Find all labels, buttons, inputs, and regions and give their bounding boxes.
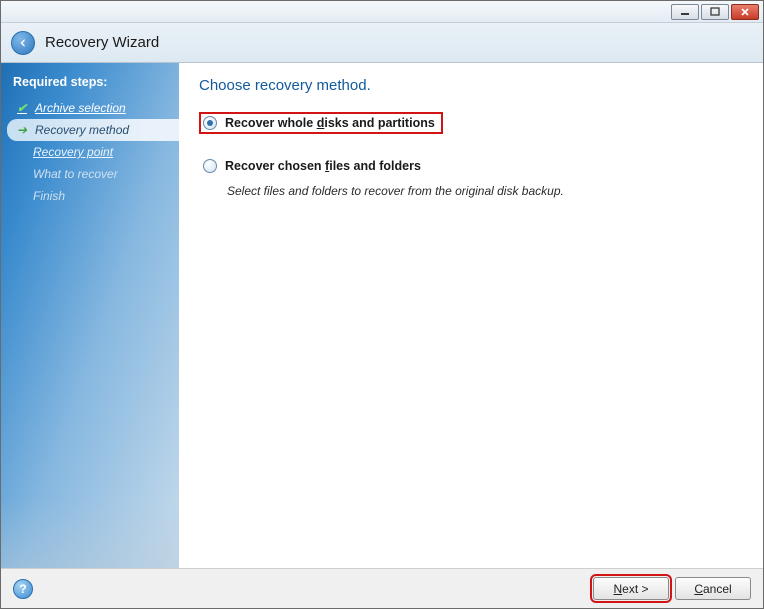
back-button[interactable] xyxy=(11,31,35,55)
close-button[interactable] xyxy=(731,4,759,20)
sidebar-item-label: Archive selection xyxy=(35,101,126,115)
titlebar xyxy=(1,1,763,23)
radio-label: Recover chosen files and folders xyxy=(225,159,421,173)
option-recover-files: Recover chosen files and folders Select … xyxy=(199,156,743,198)
sidebar-item-what-to-recover: What to recover xyxy=(1,163,179,185)
sidebar-heading: Required steps: xyxy=(1,71,179,97)
option-recover-disks: Recover whole disks and partitions xyxy=(199,112,743,142)
cancel-button[interactable]: Cancel xyxy=(675,577,751,600)
help-icon: ? xyxy=(19,582,26,596)
wizard-title: Recovery Wizard xyxy=(45,34,159,51)
radio-icon xyxy=(203,159,217,173)
radio-icon xyxy=(203,116,217,130)
sidebar-item-finish: Finish xyxy=(1,185,179,207)
radio-recover-files[interactable]: Recover chosen files and folders xyxy=(199,156,743,176)
check-icon: ✔ xyxy=(15,101,29,115)
minimize-button[interactable] xyxy=(671,4,699,20)
help-button[interactable]: ? xyxy=(13,579,33,599)
sidebar-item-label: Recovery method xyxy=(35,123,129,137)
sidebar-item-label: Finish xyxy=(33,189,65,203)
radio-description: Select files and folders to recover from… xyxy=(227,184,743,198)
radio-recover-disks[interactable]: Recover whole disks and partitions xyxy=(199,112,443,134)
wizard-content: Choose recovery method. Recover whole di… xyxy=(179,63,763,568)
sidebar-item-recovery-point[interactable]: Recovery point xyxy=(1,141,179,163)
sidebar-item-archive-selection[interactable]: ✔ Archive selection xyxy=(1,97,179,119)
sidebar-item-recovery-method[interactable]: ➔ Recovery method xyxy=(7,119,179,141)
wizard-footer: ? Next > Cancel xyxy=(1,568,763,608)
sidebar-item-label: Recovery point xyxy=(33,145,113,159)
content-title: Choose recovery method. xyxy=(199,77,743,94)
next-button[interactable]: Next > xyxy=(593,577,669,600)
recovery-wizard-window: Recovery Wizard Required steps: ✔ Archiv… xyxy=(0,0,764,609)
maximize-button[interactable] xyxy=(701,4,729,20)
sidebar-bottom-gradient xyxy=(1,498,179,568)
sidebar-item-label: What to recover xyxy=(33,167,118,181)
steps-sidebar: Required steps: ✔ Archive selection ➔ Re… xyxy=(1,63,179,568)
wizard-body: Required steps: ✔ Archive selection ➔ Re… xyxy=(1,63,763,568)
wizard-header: Recovery Wizard xyxy=(1,23,763,63)
radio-label: Recover whole disks and partitions xyxy=(225,116,435,130)
arrow-right-icon: ➔ xyxy=(15,123,29,137)
